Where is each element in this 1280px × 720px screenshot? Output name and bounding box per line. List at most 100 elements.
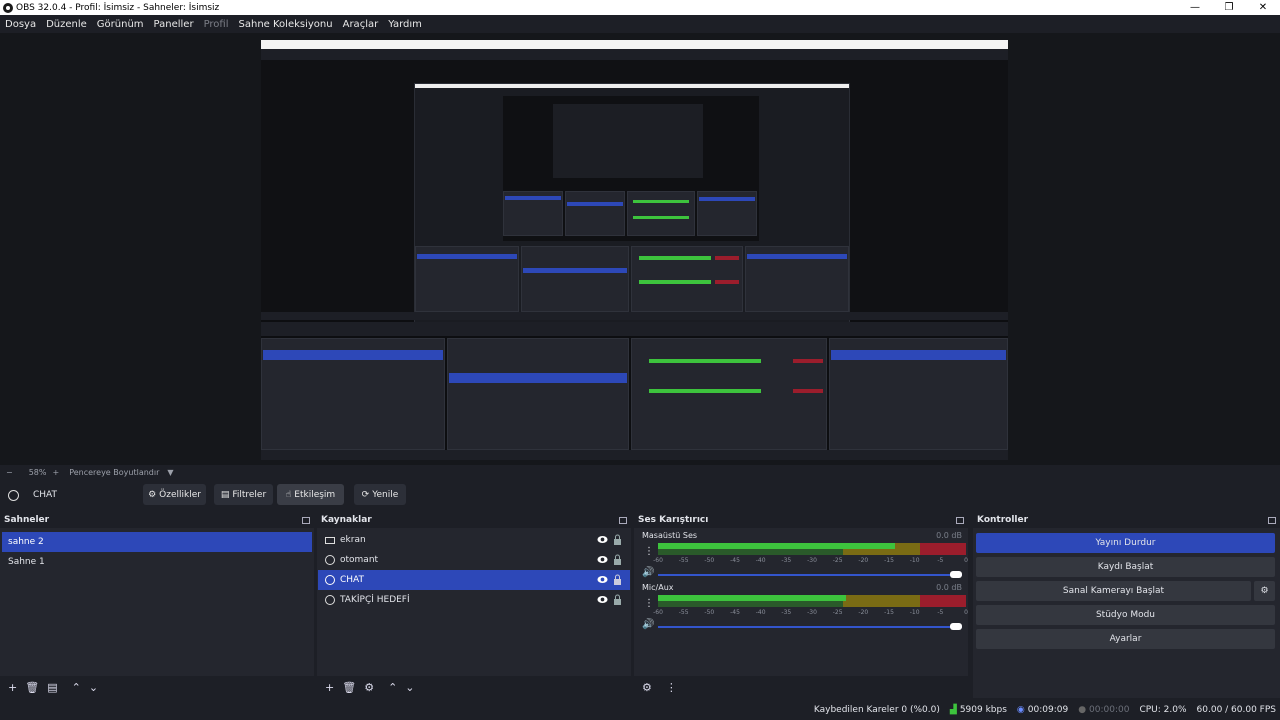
studio-mode-button[interactable]: Stüdyo Modu	[976, 605, 1275, 625]
dropped-frames: Kaybedilen Kareler 0 (%0.0)	[813, 705, 940, 715]
volume-slider[interactable]	[658, 574, 962, 576]
settings-button[interactable]: Ayarlar	[976, 629, 1275, 649]
bitrate: 5909 kbps	[959, 705, 1007, 715]
undock-icon[interactable]	[1268, 516, 1276, 524]
menu-bar: Dosya Düzenle Görünüm Paneller Profil Sa…	[0, 15, 1280, 33]
start-recording-button[interactable]: Kaydı Başlat	[976, 557, 1275, 577]
filter-icon[interactable]: ▤	[47, 681, 57, 694]
chevron-down-icon[interactable]: ▼	[167, 468, 173, 477]
undock-icon[interactable]	[302, 516, 310, 524]
window-title: OBS 32.0.4 - Profil: İsimsiz - Sahneler:…	[16, 2, 220, 13]
zoom-out-button[interactable]: −	[6, 468, 13, 477]
zoom-mode-select[interactable]: Pencereye Boyutlandır	[69, 468, 159, 477]
scale-tick-label: -15	[884, 609, 894, 616]
source-label: otomant	[340, 555, 379, 565]
speaker-icon[interactable]: 🔊	[642, 619, 654, 630]
move-down-icon[interactable]: ⌄	[405, 681, 414, 694]
scene-item[interactable]: sahne 2	[2, 532, 312, 552]
meter-scale: -60 -55 -50 -45 -40 -35 -30 -25 -20 -15 -10 -5 0	[653, 557, 968, 567]
menu-yardim[interactable]: Yardım	[383, 19, 427, 30]
move-down-icon[interactable]: ⌄	[89, 681, 98, 694]
mixer-channel: Mic/Aux 0.0 dB ⋮ -60 -55 -50 -45 -40 -35 -30 -2…	[638, 580, 968, 632]
kebab-menu-icon[interactable]: ⋮	[644, 598, 654, 609]
refresh-button[interactable]: ⟳ Yenile	[354, 484, 406, 505]
refresh-label: Yenile	[372, 489, 399, 500]
filters-button[interactable]: ▤ Filtreler	[214, 484, 273, 505]
menu-paneller[interactable]: Paneller	[149, 19, 199, 30]
minimize-icon[interactable]: —	[1178, 0, 1212, 15]
volume-slider-knob[interactable]	[950, 623, 962, 630]
lock-icon[interactable]	[613, 534, 622, 545]
undock-icon[interactable]	[956, 516, 964, 524]
scale-tick-label: -45	[730, 609, 740, 616]
start-virtual-camera-button[interactable]: Sanal Kamerayı Başlat	[976, 581, 1251, 601]
menu-duzenle[interactable]: Düzenle	[41, 19, 92, 30]
eye-icon[interactable]	[597, 555, 608, 564]
trash-icon[interactable]: 🗑	[25, 681, 39, 694]
move-up-icon[interactable]: ⌃	[72, 681, 81, 694]
restore-icon[interactable]: ❐	[1212, 0, 1246, 15]
source-label: ekran	[340, 535, 366, 545]
menu-gorunum[interactable]: Görünüm	[92, 19, 149, 30]
source-item[interactable]: ekran	[318, 530, 630, 550]
stream-time: 00:09:09	[1027, 705, 1069, 715]
mixer-settings-icon[interactable]: ⚙	[642, 681, 652, 694]
selected-source-name: CHAT	[33, 490, 58, 500]
eye-icon[interactable]	[597, 575, 608, 584]
lock-icon[interactable]	[613, 574, 622, 585]
refresh-icon: ⟳	[361, 489, 370, 500]
signal-icon: ▟	[949, 705, 957, 715]
add-icon[interactable]: +	[325, 681, 334, 694]
nested-menu-bar	[261, 49, 1008, 60]
kebab-menu-icon[interactable]: ⋮	[666, 681, 677, 694]
menu-profil[interactable]: Profil	[199, 19, 234, 30]
zoom-level: 58%	[28, 467, 47, 477]
nested-zoom-bar	[261, 312, 1008, 320]
preview-area[interactable]	[0, 33, 1280, 465]
lock-icon[interactable]	[613, 554, 622, 565]
mixer-channel: Masaüstü Ses 0.0 dB ⋮ -60 -55 -50 -45 -40 -35…	[638, 528, 968, 580]
eye-icon[interactable]	[597, 535, 608, 544]
trash-icon[interactable]: 🗑	[342, 681, 356, 694]
eye-icon[interactable]	[597, 595, 608, 604]
volume-slider-knob[interactable]	[950, 571, 962, 578]
scale-tick-label: -30	[807, 609, 817, 616]
interact-button[interactable]: ☝ Etkileşim	[277, 484, 344, 505]
lock-icon[interactable]	[613, 594, 622, 605]
menu-dosya[interactable]: Dosya	[0, 19, 41, 30]
add-icon[interactable]: +	[8, 681, 17, 694]
nested-title-bar	[261, 40, 1008, 49]
menu-sahne-koleksiyonu[interactable]: Sahne Koleksiyonu	[234, 19, 338, 30]
scale-tick-label: -50	[704, 609, 715, 616]
zoom-in-button[interactable]: +	[52, 468, 59, 477]
source-item[interactable]: CHAT	[318, 570, 630, 590]
menu-araclar[interactable]: Araçlar	[338, 19, 384, 30]
scale-tick-label: -35	[781, 557, 792, 564]
speaker-icon[interactable]: 🔊	[642, 567, 654, 578]
fps: 60.00 / 60.00 FPS	[1196, 705, 1276, 715]
preview-canvas[interactable]	[261, 40, 1008, 460]
kebab-menu-icon[interactable]: ⋮	[644, 546, 654, 557]
volume-meter	[658, 543, 966, 555]
volume-slider[interactable]	[658, 626, 962, 628]
filters-label: Filtreler	[232, 489, 267, 500]
record-time: 00:00:00	[1089, 705, 1130, 715]
source-item[interactable]: otomant	[318, 550, 630, 570]
source-item[interactable]: TAKİPÇİ HEDEFİ	[318, 590, 630, 610]
mixer-dock: Ses Karıştırıcı Masaüstü Ses 0.0 dB ⋮ -6…	[634, 512, 968, 698]
move-up-icon[interactable]: ⌃	[388, 681, 397, 694]
virtual-camera-settings-button[interactable]: ⚙	[1254, 581, 1275, 601]
controls-title: Kontroller	[977, 515, 1029, 525]
channel-db: 0.0 dB	[936, 531, 962, 540]
stop-stream-button[interactable]: Yayını Durdur	[976, 533, 1275, 553]
scale-tick-label: -60	[653, 557, 663, 564]
source-label: CHAT	[340, 575, 365, 585]
close-icon[interactable]: ✕	[1246, 0, 1280, 15]
undock-icon[interactable]	[619, 516, 627, 524]
scale-tick-label: -5	[937, 609, 944, 616]
globe-icon	[324, 555, 335, 566]
gear-icon[interactable]: ⚙	[364, 681, 374, 694]
scale-tick-label: -30	[807, 557, 817, 564]
properties-button[interactable]: ⚙ Özellikler	[143, 484, 206, 505]
scene-item[interactable]: Sahne 1	[2, 552, 312, 572]
